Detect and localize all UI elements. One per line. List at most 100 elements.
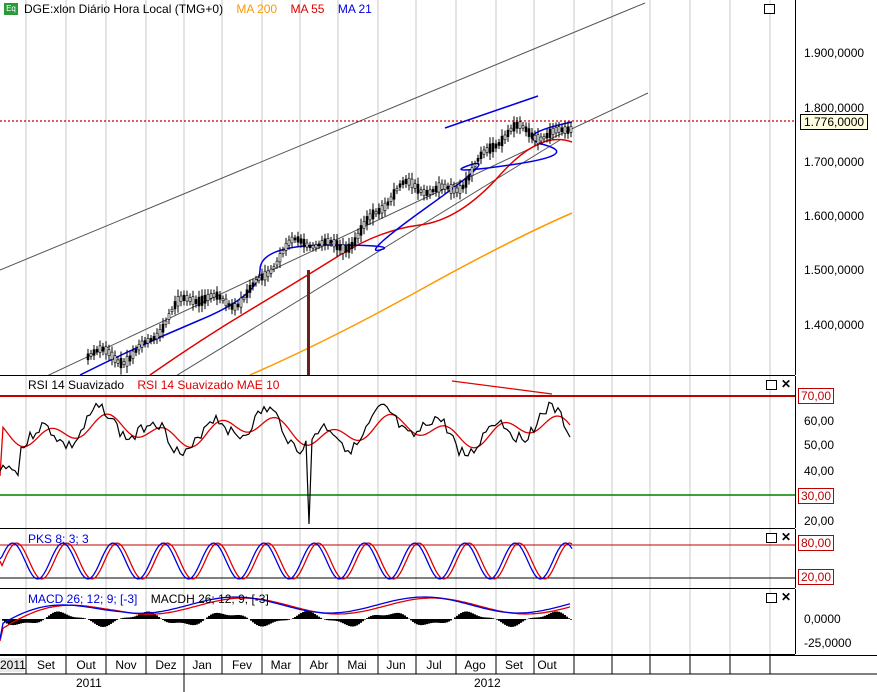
macd-histogram-bar bbox=[444, 619, 446, 623]
macd-histogram-bar bbox=[274, 619, 276, 622]
macd-histogram-bar bbox=[28, 619, 30, 623]
maximize-price-button[interactable] bbox=[764, 4, 775, 14]
macd-histogram-bar bbox=[556, 611, 558, 619]
pks-label[interactable]: PKS 8; 3; 3 bbox=[28, 532, 89, 546]
candle-body bbox=[222, 299, 224, 301]
ma21-label[interactable]: MA 21 bbox=[338, 2, 372, 16]
candle-body bbox=[213, 293, 215, 297]
candle-body bbox=[303, 239, 305, 247]
price-tick: 1.700,0000 bbox=[804, 155, 864, 169]
candle-body bbox=[525, 127, 527, 132]
macd-histogram-bar bbox=[132, 617, 134, 619]
macd-histogram-bar bbox=[308, 611, 310, 619]
candle-body bbox=[93, 350, 95, 356]
close-macd-icon[interactable]: ✕ bbox=[781, 591, 791, 603]
candle-body bbox=[381, 206, 383, 213]
candle-body bbox=[141, 341, 143, 347]
candle-body bbox=[504, 135, 506, 140]
candle-body bbox=[243, 297, 245, 299]
close-rsi-icon[interactable]: ✕ bbox=[781, 378, 791, 390]
rsi-upper-level: 70,00 bbox=[798, 388, 834, 404]
candle-body bbox=[480, 152, 482, 159]
macd-histogram-bar bbox=[422, 619, 424, 625]
macd-histogram-bar bbox=[394, 613, 396, 619]
candle-body bbox=[129, 356, 131, 361]
ma200-label[interactable]: MA 200 bbox=[236, 2, 277, 16]
month-label: Nov bbox=[108, 658, 144, 672]
macd-histogram-bar bbox=[114, 619, 116, 621]
macd-histogram-bar bbox=[126, 618, 128, 619]
candle-body bbox=[351, 242, 353, 248]
macd-histogram-bar bbox=[96, 619, 98, 625]
candle-body bbox=[198, 297, 200, 306]
macd-histogram-bar bbox=[442, 619, 444, 623]
macd-histogram-bar bbox=[158, 617, 160, 619]
macd-tick: -25,0000 bbox=[804, 636, 851, 650]
macd-histogram-bar bbox=[386, 615, 388, 619]
candle-body bbox=[240, 298, 242, 307]
macd-histogram-bar bbox=[446, 619, 448, 622]
ma55-label[interactable]: MA 55 bbox=[290, 2, 324, 16]
macd-histogram-bar bbox=[454, 617, 456, 619]
macd-histogram-bar bbox=[336, 619, 338, 621]
candle-body bbox=[138, 344, 140, 350]
year-label: 2011 bbox=[76, 676, 102, 690]
event-bar bbox=[307, 270, 310, 375]
macd-histogram-bar bbox=[98, 619, 100, 626]
ma55-line bbox=[150, 139, 572, 375]
macd-histogram-bar bbox=[94, 619, 96, 624]
candle-body bbox=[165, 321, 167, 324]
macd-histogram-bar bbox=[518, 619, 520, 624]
macd-histogram-bar bbox=[312, 613, 314, 619]
macd-histogram-bar bbox=[398, 613, 400, 619]
candle-body bbox=[495, 144, 497, 148]
macdh-label[interactable]: MACDH 26; 12; 9; [-3] bbox=[151, 592, 269, 606]
candle-body bbox=[531, 133, 533, 139]
rsi-panel[interactable]: RSI 14 Suavizado RSI 14 Suavizado MAE 10… bbox=[0, 376, 795, 529]
macd-histogram-bar bbox=[502, 619, 504, 623]
maximize-pks-button[interactable] bbox=[766, 533, 777, 543]
rsi-mae-label[interactable]: RSI 14 Suavizado MAE 10 bbox=[137, 378, 279, 392]
macd-histogram-bar bbox=[226, 615, 228, 619]
rsi-label[interactable]: RSI 14 Suavizado bbox=[28, 378, 124, 392]
candle-body bbox=[387, 202, 389, 206]
candle-body bbox=[108, 350, 110, 356]
price-panel[interactable]: DGE:xlon Diário Hora Local (TMG+0) MA 20… bbox=[0, 0, 795, 376]
pks-panel[interactable]: PKS 8; 3; 3 ✕ bbox=[0, 529, 795, 589]
macd-histogram-bar bbox=[280, 619, 282, 621]
macd-label[interactable]: MACD 26; 12; 9; [-3] bbox=[28, 592, 137, 606]
macd-histogram-bar bbox=[438, 619, 440, 623]
macd-histogram-bar bbox=[396, 613, 398, 619]
macd-histogram-bar bbox=[100, 619, 102, 627]
close-pks-icon[interactable]: ✕ bbox=[781, 531, 791, 543]
macd-histogram-bar bbox=[116, 619, 118, 620]
maximize-macd-button[interactable] bbox=[766, 593, 777, 603]
macd-histogram-bar bbox=[448, 619, 450, 622]
pks-chart[interactable] bbox=[0, 529, 795, 588]
maximize-rsi-button[interactable] bbox=[766, 380, 777, 390]
candle-body bbox=[435, 186, 437, 192]
month-label: Jun bbox=[378, 658, 414, 672]
macd-histogram-bar bbox=[538, 617, 540, 619]
macd-histogram-bar bbox=[82, 618, 84, 619]
macd-histogram-bar bbox=[270, 619, 272, 624]
candle-body bbox=[354, 238, 356, 245]
macd-histogram-bar bbox=[244, 617, 246, 619]
macd-histogram-bar bbox=[192, 619, 194, 625]
time-axis[interactable]: 2011 Set Out Nov Dez Jan Fev Mar Abr Mai… bbox=[0, 655, 877, 692]
rsi-chart[interactable] bbox=[0, 376, 795, 528]
macd-panel[interactable]: MACD 26; 12; 9; [-3] MACDH 26; 12; 9; [-… bbox=[0, 589, 795, 655]
instrument-title[interactable]: DGE:xlon Diário Hora Local (TMG+0) bbox=[24, 2, 223, 16]
macd-histogram-bar bbox=[570, 619, 572, 620]
candle-body bbox=[552, 128, 554, 134]
macd-histogram-bar bbox=[108, 619, 110, 625]
macd-histogram-bar bbox=[186, 619, 188, 624]
candle-body bbox=[150, 338, 152, 341]
candle-body bbox=[492, 143, 494, 151]
candle-body bbox=[219, 295, 221, 299]
candle-body bbox=[501, 136, 503, 146]
macd-histogram-bar bbox=[90, 619, 92, 621]
macd-histogram-bar bbox=[134, 616, 136, 619]
price-chart[interactable] bbox=[0, 0, 795, 375]
candle-body bbox=[369, 214, 371, 220]
